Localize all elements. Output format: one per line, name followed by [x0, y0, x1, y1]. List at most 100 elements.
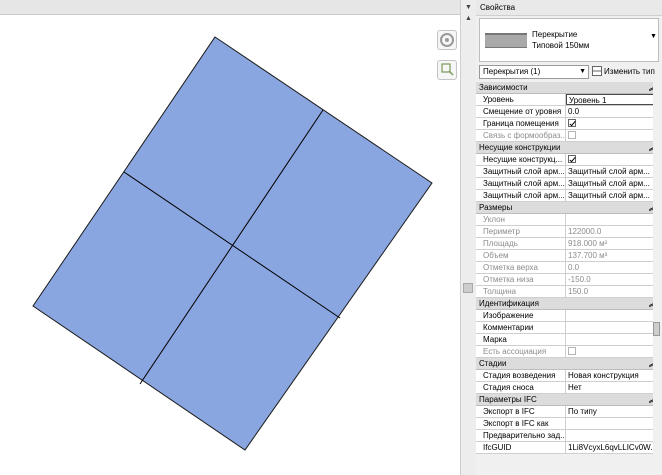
property-row[interactable]: Площадь 918.000 м² [476, 238, 661, 250]
view-scrollbar[interactable]: ▼ ▲ [460, 0, 477, 475]
property-value[interactable]: По типу [566, 406, 660, 417]
property-label: Несущие конструкц... [476, 154, 566, 165]
property-value [566, 214, 660, 225]
property-label: Защитный слой арм... [476, 178, 566, 189]
properties-scrollbar[interactable] [653, 82, 661, 475]
property-label: Объем [476, 250, 566, 261]
drawing-area[interactable] [0, 0, 460, 475]
property-row[interactable]: Стадия возведения Новая конструкция [476, 370, 661, 382]
property-label: Стадия возведения [476, 370, 566, 381]
property-row[interactable]: IfcGUID 1Li8VcyxL6qvLLICv0W... [476, 442, 661, 454]
property-value: 150.0 [568, 287, 589, 296]
filter-value: Перекрытия (1) [483, 67, 541, 76]
property-row[interactable]: Экспорт в IFC как [476, 418, 661, 430]
property-label: Экспорт в IFC как [476, 418, 566, 429]
property-value[interactable] [566, 310, 660, 321]
property-row[interactable]: Защитный слой арм... Защитный слой арм... [476, 190, 661, 202]
property-value: 122000.0 [568, 227, 602, 236]
property-value: 918.000 м² [568, 239, 608, 248]
property-value[interactable] [566, 418, 660, 429]
type-selector[interactable]: Перекрытие Типовой 150мм ▼ [479, 18, 659, 62]
property-checkbox[interactable] [566, 118, 660, 129]
navigation-bar[interactable] [437, 30, 457, 90]
property-label: Отметка верха [476, 262, 566, 273]
property-row[interactable]: Комментарии [476, 322, 661, 334]
property-label: Стадия сноса [476, 382, 566, 393]
property-row[interactable]: Защитный слой арм... Защитный слой арм... [476, 166, 661, 178]
zoom-region-icon[interactable] [437, 60, 457, 80]
property-value[interactable]: Нет [566, 382, 660, 393]
property-value[interactable]: Новая конструкция [566, 370, 660, 381]
section-header[interactable]: Размеры︽ [476, 202, 661, 214]
properties-grid[interactable]: Зависимости︽УровеньУровень 1Смещение от … [476, 82, 661, 454]
property-label: Есть ассоциация [476, 346, 566, 357]
section-title: Стадии [479, 359, 507, 368]
edit-type-button[interactable]: Изменить тип [592, 65, 655, 79]
scroll-up-icon[interactable]: ▲ [464, 14, 473, 23]
checkbox-checked-icon[interactable] [568, 155, 576, 163]
property-label: Уровень [476, 94, 566, 105]
property-value[interactable]: 1Li8VcyxL6qvLLICv0W... [566, 442, 660, 453]
floor-slab[interactable] [32, 36, 433, 451]
property-row[interactable]: Периметр 122000.0 [476, 226, 661, 238]
property-row[interactable]: Отметка верха 0.0 [476, 262, 661, 274]
instance-filter-dropdown[interactable]: Перекрытия (1) ▼ [479, 65, 589, 79]
property-value[interactable] [566, 334, 660, 345]
floor-plan-view[interactable] [0, 0, 460, 475]
property-label: Предварительно зад... [476, 430, 566, 441]
property-row[interactable]: Уровень Уровень 1 [476, 94, 661, 106]
property-row[interactable]: Уклон [476, 214, 661, 226]
checkbox-empty-icon [568, 131, 576, 139]
property-row[interactable]: Смещение от уровня 0.0 [476, 106, 661, 118]
property-label: Толщина [476, 286, 566, 297]
property-label: Отметка низа [476, 274, 566, 285]
property-label: Уклон [476, 214, 566, 225]
property-value-input[interactable]: Уровень 1 [566, 94, 660, 105]
property-label: Смещение от уровня [476, 106, 566, 117]
property-label: Связь с формообраз... [476, 130, 566, 141]
chevron-down-icon[interactable]: ▼ [650, 33, 657, 40]
property-row[interactable]: Изображение [476, 310, 661, 322]
panel-title: Свойства [476, 0, 662, 16]
section-header[interactable]: Зависимости︽ [476, 82, 661, 94]
section-title: Несущие конструкции [479, 143, 561, 152]
property-label: IfcGUID [476, 442, 566, 453]
property-row[interactable]: Защитный слой арм... Защитный слой арм... [476, 178, 661, 190]
section-header[interactable]: Стадии︽ [476, 358, 661, 370]
scrollbar-thumb[interactable] [463, 283, 473, 293]
property-row[interactable]: Предварительно зад... [476, 430, 661, 442]
property-value[interactable]: 0.0 [566, 106, 660, 117]
property-value[interactable]: Защитный слой арм... [566, 178, 660, 189]
property-label: Защитный слой арм... [476, 190, 566, 201]
navigation-wheel-icon[interactable] [437, 30, 457, 50]
property-row[interactable]: Экспорт в IFC По типу [476, 406, 661, 418]
scrollbar-thumb[interactable] [653, 322, 660, 336]
property-row[interactable]: Толщина 150.0 [476, 286, 661, 298]
property-row[interactable]: Связь с формообраз... [476, 130, 661, 142]
property-row[interactable]: Марка [476, 334, 661, 346]
section-header[interactable]: Параметры IFC︽ [476, 394, 661, 406]
property-value[interactable]: Защитный слой арм... [566, 190, 660, 201]
property-row[interactable]: Есть ассоциация [476, 346, 661, 358]
slab-type-preview [485, 33, 527, 48]
property-value[interactable]: Защитный слой арм... [566, 166, 660, 177]
property-value: 0.0 [568, 263, 580, 272]
property-value[interactable] [566, 322, 660, 333]
section-title: Параметры IFC [479, 395, 537, 404]
property-label: Комментарии [476, 322, 566, 333]
checkbox-checked-icon[interactable] [568, 119, 576, 127]
type-name-label: Типовой 150мм [532, 41, 590, 50]
edit-type-icon [592, 66, 602, 76]
property-row[interactable]: Отметка низа -150.0 [476, 274, 661, 286]
property-row[interactable]: Несущие конструкц... [476, 154, 661, 166]
property-checkbox [566, 346, 660, 357]
property-checkbox[interactable] [566, 154, 660, 165]
property-label: Периметр [476, 226, 566, 237]
property-value[interactable] [566, 430, 660, 441]
property-row[interactable]: Стадия сноса Нет [476, 382, 661, 394]
section-header[interactable]: Идентификация︽ [476, 298, 661, 310]
property-row[interactable]: Объем 137.700 м³ [476, 250, 661, 262]
property-row[interactable]: Граница помещения [476, 118, 661, 130]
section-header[interactable]: Несущие конструкции︽ [476, 142, 661, 154]
chevron-down-icon[interactable]: ▼ [464, 3, 473, 12]
